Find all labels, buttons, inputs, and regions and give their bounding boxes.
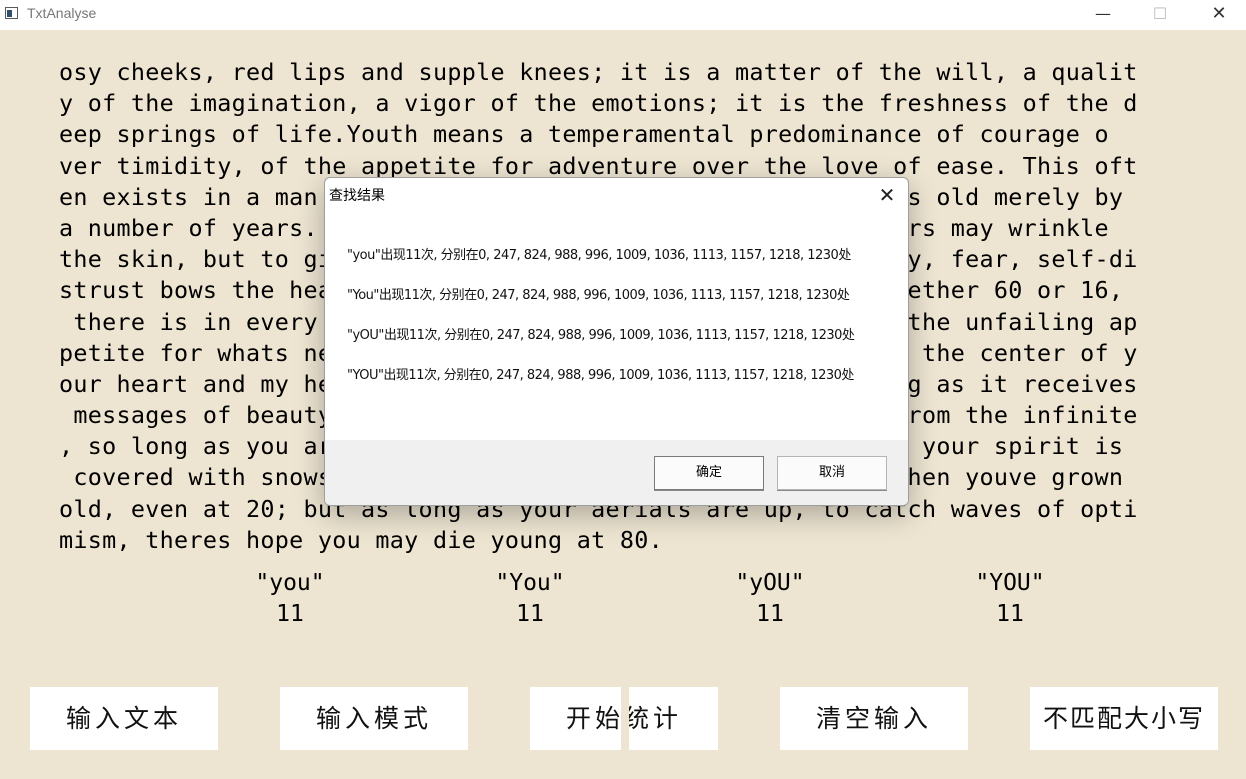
text-line: eep springs of life.Youth means a temper… — [59, 120, 1109, 149]
button-divider — [621, 687, 629, 750]
text-line: mism, theres hope you may die young at 8… — [59, 525, 664, 554]
result-line: "YOU"出现11次, 分别在0, 247, 824, 988, 996, 10… — [347, 368, 854, 383]
count-yOU: "yOU" 11 — [690, 567, 850, 629]
count-term: "YOU" — [975, 570, 1045, 596]
text-line: y of the imagination, a vigor of the emo… — [59, 89, 1138, 118]
title-bar: TxtAnalyse — ☐ ✕ — [0, 0, 1246, 30]
result-line: "you"出现11次, 分别在0, 247, 824, 988, 996, 10… — [347, 248, 851, 263]
count-term: "yOU" — [735, 570, 805, 596]
dialog-title: 查找结果 — [329, 188, 385, 204]
app-icon — [5, 7, 18, 19]
maximize-icon[interactable]: ☐ — [1131, 0, 1189, 30]
count-you: "you" 11 — [210, 567, 370, 629]
find-result-dialog: 查找结果 ✕ "you"出现11次, 分别在0, 247, 824, 988, … — [324, 177, 909, 506]
result-list: "you"出现11次, 分别在0, 247, 824, 988, 996, 10… — [347, 244, 887, 404]
cancel-button[interactable]: 取消 — [777, 456, 887, 490]
minimize-icon[interactable]: — — [1074, 0, 1132, 30]
ignore-case-button[interactable]: 不匹配大小写 — [1030, 687, 1218, 750]
count-value: 11 — [276, 601, 304, 627]
clear-input-button[interactable]: 清空输入 — [780, 687, 968, 750]
window-title: TxtAnalyse — [27, 5, 97, 21]
result-line: "You"出现11次, 分别在0, 247, 824, 988, 996, 10… — [347, 288, 850, 303]
count-You: "You" 11 — [450, 567, 610, 629]
close-icon[interactable]: ✕ — [1190, 0, 1246, 30]
count-YOU: "YOU" 11 — [930, 567, 1090, 629]
count-term: "You" — [495, 570, 565, 596]
input-pattern-button[interactable]: 输入模式 — [280, 687, 468, 750]
count-value: 11 — [516, 601, 544, 627]
text-line: osy cheeks, red lips and supple knees; i… — [59, 58, 1138, 86]
close-icon[interactable]: ✕ — [874, 182, 900, 208]
result-line: "yOU"出现11次, 分别在0, 247, 824, 988, 996, 10… — [347, 328, 855, 343]
count-value: 11 — [996, 601, 1024, 627]
count-term: "you" — [255, 570, 325, 596]
count-value: 11 — [756, 601, 784, 627]
input-text-button[interactable]: 输入文本 — [30, 687, 218, 750]
ok-button[interactable]: 确定 — [654, 456, 764, 490]
